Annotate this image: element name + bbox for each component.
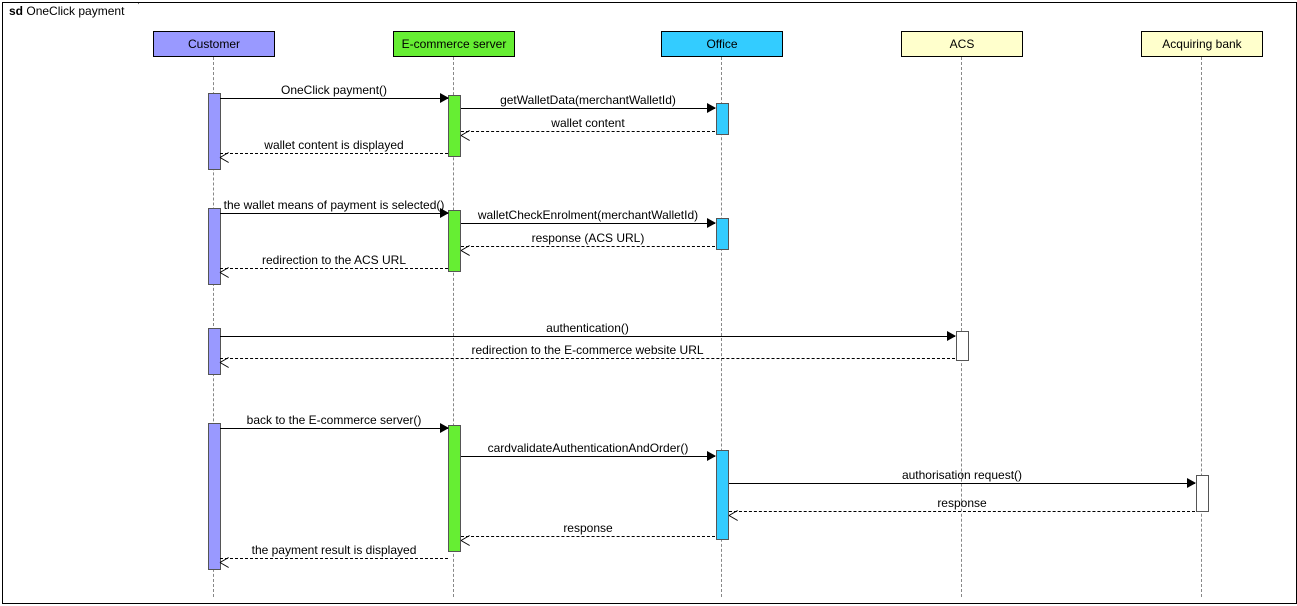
- activation-ecommerce-2: [448, 210, 461, 272]
- activation-office-3: [716, 450, 729, 540]
- lifeline-customer: Customer: [153, 31, 275, 57]
- lifeline-office: Office: [661, 31, 783, 57]
- msg-authentication: authentication(): [220, 321, 955, 337]
- activation-bank-1: [1196, 475, 1209, 512]
- msg-getwalletdata: getWalletData(merchantWalletId): [461, 93, 715, 109]
- activation-acs-1: [956, 331, 969, 361]
- msg-redirection-acs: redirection to the ACS URL: [220, 253, 448, 269]
- activation-office-1: [716, 103, 729, 135]
- activation-office-2: [716, 218, 729, 250]
- lifeline-acs: ACS: [901, 31, 1023, 57]
- sequence-diagram-frame: sd OneClick payment Customer E-commerce …: [2, 2, 1297, 604]
- msg-response-bank: response: [729, 496, 1195, 512]
- msg-response-acs-url: response (ACS URL): [461, 231, 715, 247]
- frame-sd-prefix: sd: [9, 4, 23, 18]
- msg-wallet-displayed: wallet content is displayed: [220, 138, 448, 154]
- lifeline-ecommerce: E-commerce server: [393, 31, 515, 57]
- msg-cardvalidate: cardvalidateAuthenticationAndOrder(): [461, 441, 715, 457]
- msg-authorisation-request: authorisation request(): [729, 468, 1195, 484]
- msg-oneclick-payment: OneClick payment(): [220, 83, 448, 99]
- msg-wallet-content: wallet content: [461, 116, 715, 132]
- msg-payment-result: the payment result is displayed: [220, 543, 448, 559]
- frame-label: sd OneClick payment: [2, 2, 139, 19]
- msg-means-selected: the wallet means of payment is selected(…: [220, 198, 448, 214]
- activation-customer-2: [208, 208, 221, 285]
- msg-back-ecommerce: back to the E-commerce server(): [220, 413, 448, 429]
- activation-customer-1: [208, 93, 221, 170]
- msg-walletcheckenrolment: walletCheckEnrolment(merchantWalletId): [461, 208, 715, 224]
- msg-response-office: response: [461, 521, 715, 537]
- lifeline-bank: Acquiring bank: [1141, 31, 1263, 57]
- lifeline-line-bank: [1201, 57, 1202, 597]
- lifeline-line-acs: [961, 57, 962, 597]
- activation-ecommerce-1: [448, 95, 461, 157]
- activation-ecommerce-3: [448, 425, 461, 552]
- frame-title: OneClick payment: [26, 4, 124, 18]
- msg-redirection-ecommerce: redirection to the E-commerce website UR…: [220, 343, 955, 359]
